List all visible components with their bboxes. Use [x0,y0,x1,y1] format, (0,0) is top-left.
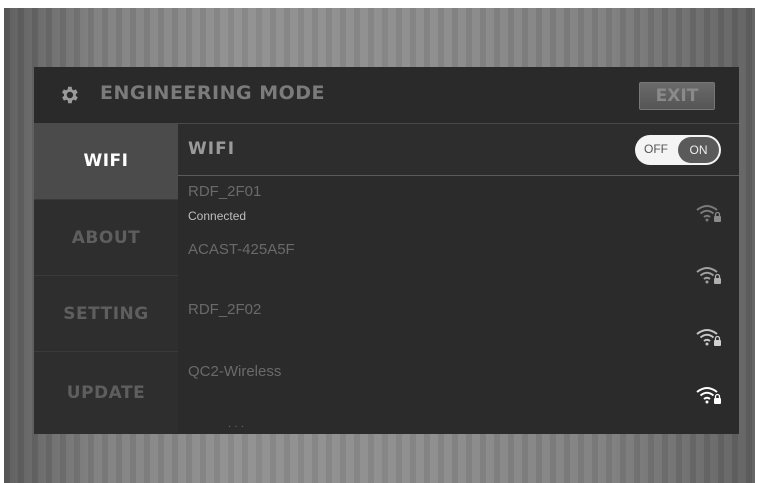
sidebar-item-label: UPDATE [66,383,146,403]
network-name: QC2-Wireless [188,363,282,380]
wifi-toggle[interactable]: OFF ON [635,135,721,165]
toggle-on-label: ON [678,137,719,163]
wifi-locked-icon [696,387,721,404]
wifi-locked-icon [696,267,721,284]
sidebar-item-setting[interactable]: SETTING [34,275,178,351]
network-name: ACAST-425A5F [188,241,295,258]
network-item[interactable]: RDF_2F02 [178,299,739,359]
exit-button[interactable]: EXIT [639,82,715,110]
sidebar-item-wifi[interactable]: WIFI [34,123,178,199]
network-name: RDF_2F02 [188,301,262,318]
network-status: Connected [188,209,247,223]
sidebar-item-label: WIFI [83,151,129,171]
engineering-mode-screen: ENGINEERING MODE EXIT WIFI ABOUT SETTING… [34,67,739,434]
sidebar-item-label: ABOUT [71,227,141,248]
sidebar-item-label: SETTING [63,303,149,324]
sidebar-item-about[interactable]: ABOUT [34,199,178,275]
wifi-locked-icon [696,205,721,222]
sidebar-item-update[interactable]: UPDATE [34,351,178,434]
scroll-cutoff-hint: · · · [228,422,244,433]
network-item[interactable]: ACAST-425A5F [178,239,739,299]
wifi-header-bar: WIFI OFF ON [178,123,739,176]
sidebar: WIFI ABOUT SETTING UPDATE [34,123,178,434]
wifi-label: WIFI [188,139,236,159]
header-bar: ENGINEERING MODE EXIT [34,67,739,123]
wifi-locked-icon [696,329,721,346]
wifi-panel: WIFI OFF ON RDF_2F01 Connected ACAST-425… [178,123,739,434]
page-title: ENGINEERING MODE [100,82,326,104]
network-name: RDF_2F01 [188,183,262,200]
gear-icon [62,86,78,104]
toggle-off-label: OFF [644,142,668,156]
network-item[interactable]: RDF_2F01 Connected [178,179,739,239]
network-item[interactable]: QC2-Wireless [178,359,739,419]
